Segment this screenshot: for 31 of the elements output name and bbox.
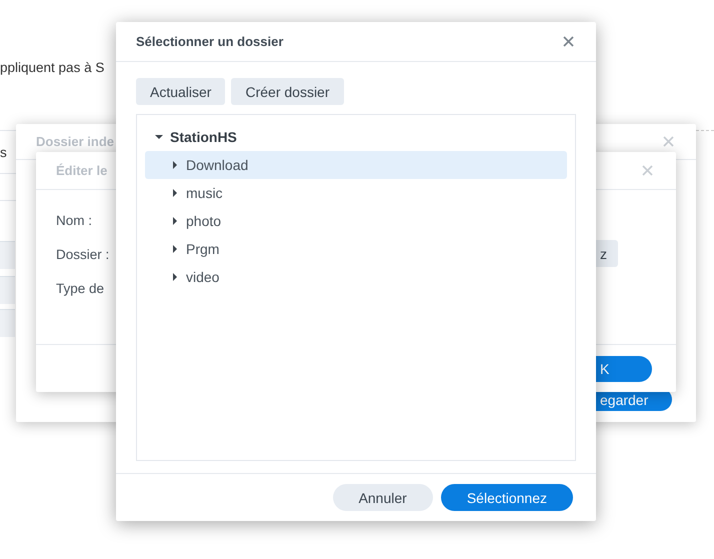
tree-label: music (186, 185, 223, 201)
caret-icon[interactable] (171, 217, 179, 225)
tree-label: Download (186, 157, 248, 173)
column-header: s (0, 145, 7, 160)
caret-icon[interactable] (171, 189, 179, 197)
tree-label: StationHS (170, 129, 237, 145)
close-icon[interactable] (563, 36, 574, 47)
tree-item[interactable]: video (145, 263, 567, 291)
tree-item[interactable]: Download (145, 151, 567, 179)
tree-root[interactable]: StationHS (145, 123, 567, 151)
select-button[interactable]: Sélectionnez (440, 484, 573, 511)
tree-label: photo (186, 213, 222, 229)
dialog-title: Dossier inde (36, 134, 114, 149)
field-label: Type de (56, 280, 104, 296)
caret-icon[interactable] (171, 161, 179, 169)
cancel-button[interactable]: Annuler (332, 484, 433, 511)
caret-icon[interactable] (155, 133, 163, 141)
dialog-title: Éditer le (56, 163, 108, 178)
field-label: Nom : (56, 212, 92, 228)
dialog-title: Sélectionner un dossier (136, 34, 284, 49)
tree-item[interactable]: music (145, 179, 567, 207)
tree-label: video (186, 269, 220, 285)
toolbar-button[interactable]: Actualiser (136, 78, 226, 105)
tree-item[interactable]: photo (145, 207, 567, 235)
caret-icon[interactable] (171, 273, 179, 281)
caret-icon[interactable] (171, 245, 179, 253)
tree-label: Prgm (186, 241, 220, 257)
tree-item[interactable]: Prgm (145, 235, 567, 263)
toolbar-button[interactable]: Créer dossier (231, 78, 344, 105)
description-text: ppliquent pas à S (0, 60, 104, 75)
field-label: Dossier : (56, 246, 110, 262)
